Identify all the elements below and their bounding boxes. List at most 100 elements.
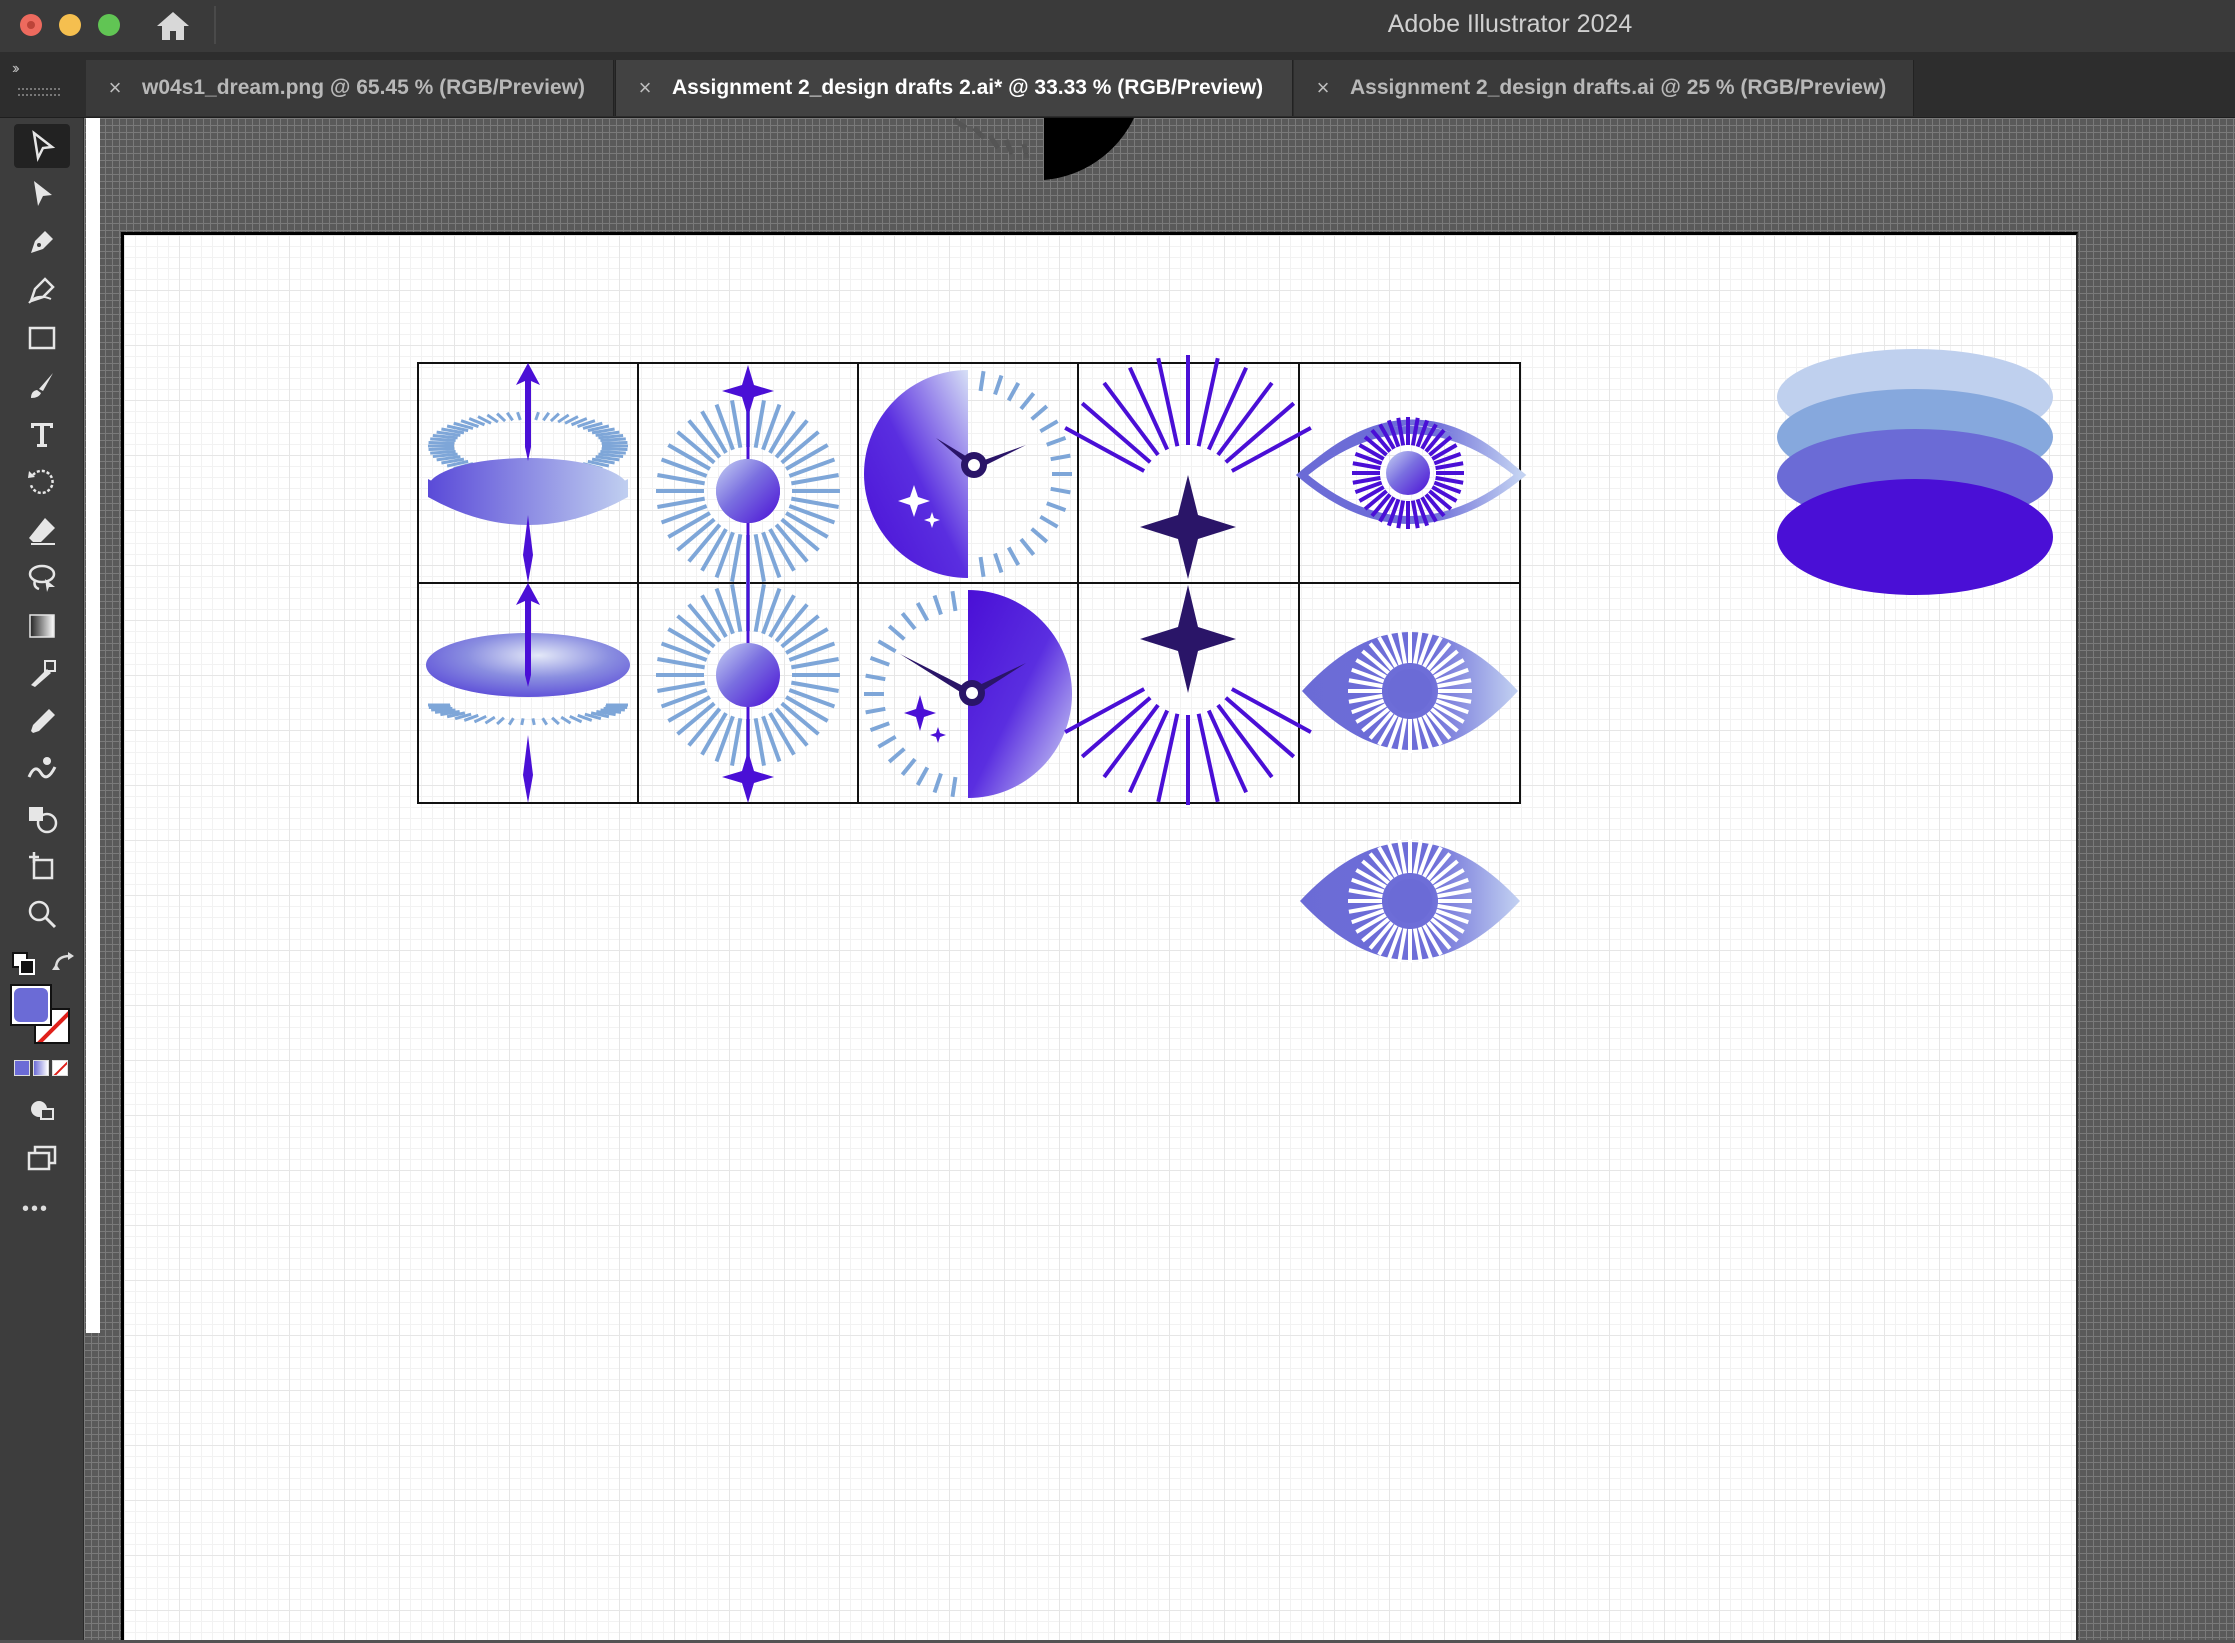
gradient-mode-icon[interactable] bbox=[33, 1060, 49, 1076]
art-stroke bbox=[790, 473, 839, 486]
screen-mode-tool[interactable] bbox=[14, 1136, 70, 1180]
art-stroke bbox=[534, 411, 540, 421]
art-stroke bbox=[1039, 419, 1059, 434]
pen-tool[interactable] bbox=[14, 220, 70, 264]
art-stroke bbox=[541, 717, 549, 726]
tab-bar-empty bbox=[1914, 60, 2235, 116]
art-stroke bbox=[1030, 527, 1049, 544]
fill-swatch[interactable] bbox=[12, 986, 50, 1024]
more-tools-button[interactable]: ••• bbox=[22, 1198, 49, 1221]
home-button[interactable] bbox=[150, 6, 196, 46]
art-stroke bbox=[657, 657, 706, 670]
tab-close-icon[interactable]: × bbox=[100, 75, 130, 101]
art-stroke bbox=[753, 533, 766, 582]
gradient-tool[interactable] bbox=[14, 604, 70, 648]
panel-expand-icon[interactable]: ›› bbox=[12, 60, 19, 78]
color-mode-icon[interactable] bbox=[14, 1060, 30, 1076]
tab-w04s1-dream[interactable]: × w04s1_dream.png @ 65.45 % (RGB/Preview… bbox=[86, 60, 614, 116]
tab-label: w04s1_dream.png @ 65.45 % (RGB/Preview) bbox=[142, 76, 585, 99]
shape-builder-tool[interactable] bbox=[14, 796, 70, 840]
puppet-warp-tool[interactable] bbox=[14, 748, 70, 792]
sunburst-bottom bbox=[656, 583, 840, 803]
art-stroke bbox=[790, 680, 839, 693]
art-stroke bbox=[1046, 435, 1067, 447]
sunburst-top bbox=[656, 365, 840, 583]
eraser-tool[interactable] bbox=[14, 508, 70, 552]
art-stroke bbox=[1352, 461, 1381, 471]
canvas-edge bbox=[86, 118, 100, 1333]
draw-mode-tool[interactable] bbox=[14, 1088, 70, 1132]
art-stroke bbox=[505, 411, 514, 422]
art-stroke bbox=[730, 717, 743, 766]
none-mode-icon[interactable] bbox=[52, 1060, 68, 1076]
color-mode-buttons[interactable] bbox=[14, 1060, 72, 1078]
toolbar-grip[interactable] bbox=[18, 88, 60, 96]
selection-tool[interactable] bbox=[14, 124, 70, 168]
rectangle-tool-icon bbox=[28, 326, 56, 350]
art-stroke bbox=[877, 734, 897, 749]
lasso-tool[interactable] bbox=[14, 556, 70, 600]
disk-arrow-bottom bbox=[426, 583, 630, 803]
art-stroke bbox=[531, 718, 536, 726]
rectangle-tool[interactable] bbox=[14, 316, 70, 360]
puppet-warp-tool-icon bbox=[27, 757, 57, 779]
curvature-tool[interactable] bbox=[14, 268, 70, 312]
title-separator bbox=[214, 6, 216, 44]
swap-colors-icon bbox=[52, 952, 74, 970]
art-stroke bbox=[601, 447, 628, 452]
artboard-tool-icon bbox=[29, 852, 54, 880]
art-stroke bbox=[869, 721, 890, 733]
fill-color-chip bbox=[14, 988, 48, 1022]
blend-tool-icon bbox=[31, 660, 56, 687]
disk-arrow-top bbox=[428, 363, 628, 583]
fill-stroke-swatch[interactable] bbox=[12, 986, 72, 1046]
blend-tool[interactable] bbox=[14, 652, 70, 696]
rotate-tool-icon bbox=[28, 469, 54, 495]
artboard[interactable] bbox=[121, 232, 2078, 1640]
zoom-tool[interactable] bbox=[14, 892, 70, 936]
eraser-tool-icon bbox=[29, 518, 55, 545]
art-stroke bbox=[1039, 514, 1059, 529]
art-stroke bbox=[430, 449, 456, 455]
art-stroke bbox=[950, 590, 958, 612]
draw-mode-icon bbox=[31, 1101, 54, 1120]
art-stroke bbox=[551, 716, 560, 726]
tab-close-icon[interactable]: × bbox=[630, 75, 660, 101]
art-stroke bbox=[730, 533, 743, 582]
art-stroke bbox=[1396, 500, 1406, 529]
eyedropper-tool-icon bbox=[31, 709, 55, 733]
art-stroke bbox=[496, 412, 507, 423]
clock-top bbox=[864, 370, 1072, 578]
app-title: Adobe Illustrator 2024 bbox=[1387, 10, 1633, 38]
art-stroke bbox=[428, 440, 455, 445]
art-stroke bbox=[1019, 392, 1036, 411]
close-button[interactable] bbox=[20, 14, 42, 36]
tab-label: Assignment 2_design drafts 2.ai* @ 33.33… bbox=[672, 76, 1264, 99]
tab-close-icon[interactable]: × bbox=[1308, 75, 1338, 101]
art-stroke bbox=[1064, 426, 1146, 473]
art-stroke bbox=[753, 717, 766, 766]
eyedropper-tool[interactable] bbox=[14, 700, 70, 744]
paintbrush-tool[interactable] bbox=[14, 364, 70, 408]
art-stroke bbox=[730, 584, 743, 633]
swap-fill-stroke-control[interactable] bbox=[10, 950, 80, 980]
direct-selection-tool[interactable] bbox=[14, 172, 70, 216]
minimize-button[interactable] bbox=[59, 14, 81, 36]
art-stroke bbox=[1006, 382, 1021, 402]
type-tool[interactable] bbox=[14, 412, 70, 456]
artboard-tool[interactable] bbox=[14, 844, 70, 888]
default-colors-icon bbox=[12, 952, 35, 975]
tab-assignment-2-design-drafts[interactable]: × Assignment 2_design drafts.ai @ 25 % (… bbox=[1294, 60, 1914, 116]
maximize-button[interactable] bbox=[98, 14, 120, 36]
art-stroke bbox=[1006, 546, 1021, 566]
shape-builder-tool-icon bbox=[29, 807, 58, 834]
tab-assignment-2-design-drafts-2[interactable]: × Assignment 2_design drafts 2.ai* @ 33.… bbox=[615, 60, 1293, 116]
eye-filled bbox=[1302, 629, 1518, 753]
art-stroke bbox=[950, 776, 958, 798]
stacked-ellipses bbox=[1777, 349, 2053, 595]
rotate-tool[interactable] bbox=[14, 460, 70, 504]
art-stroke bbox=[877, 639, 897, 654]
art-stroke bbox=[516, 411, 522, 421]
art-stroke bbox=[507, 717, 515, 726]
offboard-half-circle[interactable] bbox=[944, 118, 1264, 188]
